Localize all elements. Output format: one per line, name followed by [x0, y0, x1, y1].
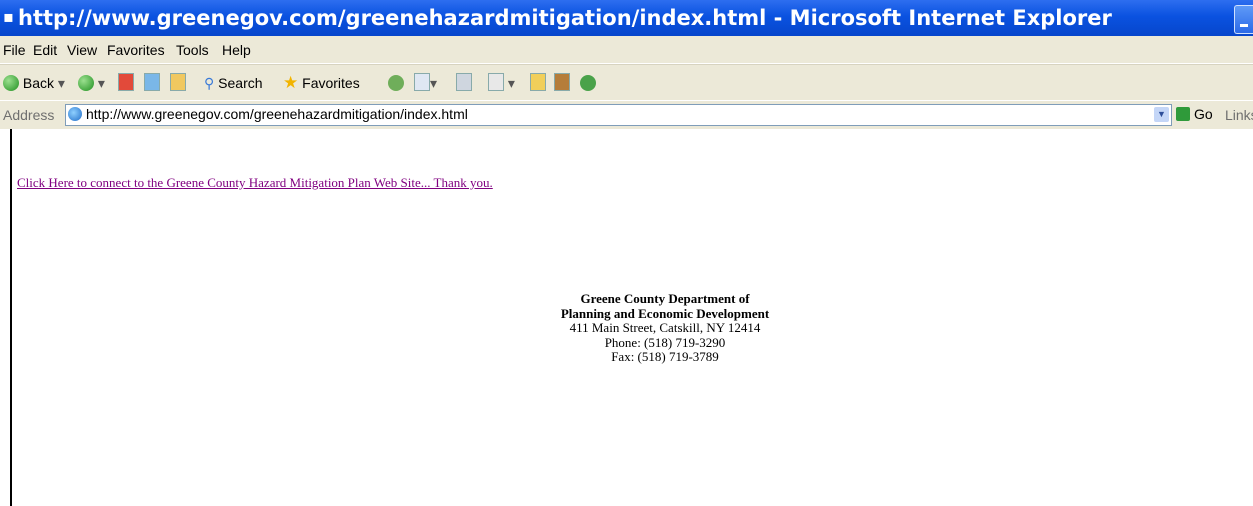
standard-toolbar: Back ▾ ▾ ⚲ Search ★ Favorites ▾ ▾: [0, 64, 1253, 100]
research-button[interactable]: [554, 73, 570, 93]
address-bar: Address http://www.greenegov.com/greeneh…: [0, 100, 1253, 130]
edit-icon: [488, 73, 504, 91]
menu-view[interactable]: View: [67, 42, 97, 58]
favorites-star-icon: ★: [283, 73, 299, 92]
mail-button[interactable]: ▾: [414, 73, 437, 93]
menu-favorites[interactable]: Favorites: [107, 42, 165, 58]
menu-file[interactable]: File: [3, 42, 26, 58]
folder-button[interactable]: [530, 73, 546, 93]
print-icon: [456, 73, 472, 91]
favorites-label: Favorites: [302, 75, 360, 91]
org-name-line2: Planning and Economic Development: [560, 305, 770, 321]
page-content: Click Here to connect to the Greene Coun…: [0, 129, 1253, 506]
folder-icon: [530, 73, 546, 91]
hazard-mitigation-link[interactable]: Click Here to connect to the Greene Coun…: [17, 175, 493, 191]
browser-window: ▪ http://www.greenegov.com/greenehazardm…: [0, 0, 1253, 506]
phone-number: Phone: (518) 719-3290: [604, 334, 726, 350]
back-button[interactable]: Back ▾: [3, 73, 65, 93]
refresh-button[interactable]: [144, 73, 160, 93]
stop-button[interactable]: [118, 73, 134, 93]
ie-page-icon: [68, 107, 82, 121]
back-label: Back: [22, 75, 55, 91]
window-title: http://www.greenegov.com/greenehazardmit…: [18, 6, 1112, 30]
menu-bar: File Edit View Favorites Tools Help: [0, 36, 1253, 64]
address-url: http://www.greenegov.com/greenehazardmit…: [86, 106, 468, 122]
chevron-down-icon[interactable]: ▼: [1154, 107, 1169, 122]
refresh-icon: [144, 73, 160, 91]
print-button[interactable]: [456, 73, 472, 93]
fax-number: Fax: (518) 719-3789: [611, 349, 719, 365]
history-icon: [388, 75, 404, 91]
page-divider: [10, 129, 12, 506]
favorites-button[interactable]: ★ Favorites: [283, 73, 360, 93]
forward-arrow-icon: [78, 75, 94, 91]
search-label: Search: [218, 75, 263, 91]
address-label: Address: [3, 107, 55, 123]
links-toolbar[interactable]: Links: [1225, 107, 1253, 123]
address-input[interactable]: http://www.greenegov.com/greenehazardmit…: [65, 104, 1172, 126]
home-icon: [170, 73, 186, 91]
ie-page-icon: ▪: [3, 7, 14, 26]
back-arrow-icon: [3, 75, 19, 91]
forward-button[interactable]: ▾: [78, 73, 105, 93]
mail-icon: [414, 73, 430, 91]
menu-help[interactable]: Help: [222, 42, 251, 58]
org-name-line1: Greene County Department of: [580, 291, 750, 306]
title-bar: ▪ http://www.greenegov.com/greenehazardm…: [0, 0, 1253, 36]
go-arrow-icon: [1176, 107, 1190, 121]
search-button[interactable]: ⚲ Search: [204, 73, 263, 93]
go-button[interactable]: Go: [1176, 106, 1213, 122]
messenger-button[interactable]: [580, 73, 596, 93]
street-address: 411 Main Street, Catskill, NY 12414: [569, 320, 761, 336]
menu-tools[interactable]: Tools: [176, 42, 209, 58]
minimize-button[interactable]: [1234, 5, 1253, 34]
history-button[interactable]: [388, 73, 404, 93]
go-label: Go: [1194, 106, 1213, 122]
stop-icon: [118, 73, 134, 91]
research-icon: [554, 73, 570, 91]
search-icon: ⚲: [204, 75, 215, 91]
home-button[interactable]: [170, 73, 186, 93]
messenger-icon: [580, 75, 596, 91]
menu-edit[interactable]: Edit: [33, 42, 57, 58]
edit-button[interactable]: ▾: [488, 73, 515, 93]
contact-block: Greene County Department of Planning and…: [500, 291, 830, 365]
